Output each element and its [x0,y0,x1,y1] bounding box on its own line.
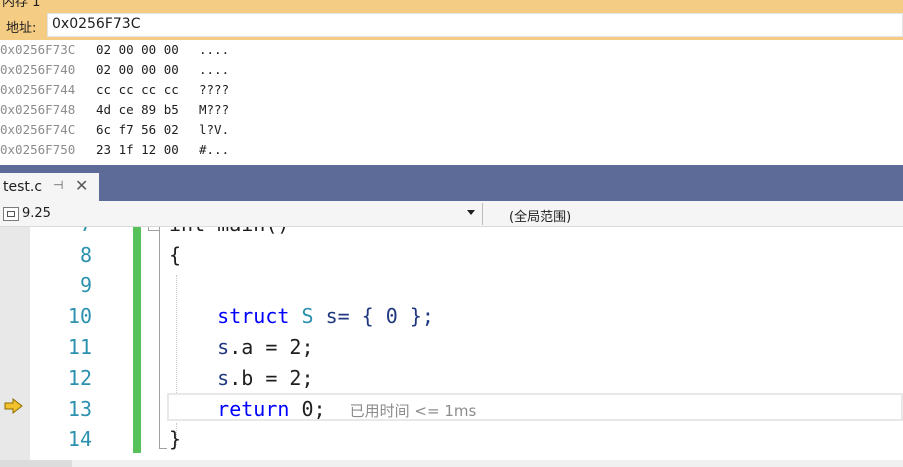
memory-row: 0x0256F74C 6c f7 56 02 l?V. [0,122,903,142]
memory-row-ascii: .... [199,62,230,77]
close-icon[interactable]: ✕ [75,176,88,195]
navbar-divider [482,203,483,225]
memory-row-bytes[interactable]: cc cc cc cc [96,82,179,97]
pin-icon[interactable]: ⊣ [53,178,63,192]
project-dropdown[interactable]: 9.25 [22,206,51,221]
chevron-down-icon[interactable] [467,210,475,215]
code-line[interactable]: return 0; 已用时间 <= 1ms [169,397,476,421]
outline-fold-line [159,231,160,449]
outline-fold-end [159,448,167,449]
memory-row-address: 0x0256F74C [0,122,76,137]
line-number: 7 [40,227,92,236]
project-icon [3,207,19,221]
code-keyword: return [217,397,290,421]
navigation-bar: 9.25 (全局范围) [0,201,903,227]
glyph-margin[interactable] [0,227,30,467]
memory-row-ascii: l?V. [199,122,230,137]
tab-label: test.c [3,179,43,195]
memory-rows: 0x0256F73C 02 00 00 00 .... 0x0256F740 0… [0,42,903,166]
tab-test-c[interactable]: test.c ⊣ ✕ [0,173,99,201]
code-editor[interactable]: 7 8 9 10 11 12 13 14 int main() { struct… [0,227,903,467]
address-input[interactable]: 0x0256F73C [47,13,903,37]
scope-dropdown[interactable]: (全局范围) [509,206,571,225]
code-text: s= { 0 }; [325,304,434,328]
memory-row-bytes[interactable]: 6c f7 56 02 [96,122,179,137]
code-text: .b = 2; [229,366,314,390]
elapsed-time-hint: 已用时间 <= 1ms [349,402,477,420]
memory-window-title-text: 内存 1 [2,0,41,10]
memory-row: 0x0256F748 4d ce 89 b5 M??? [0,102,903,122]
scrollbar-thumb[interactable] [0,460,72,467]
line-number: 13 [67,397,92,421]
memory-row-bytes[interactable]: 02 00 00 00 [96,62,179,77]
memory-row-bytes[interactable]: 02 00 00 00 [96,42,179,57]
code-keyword: struct [217,304,290,328]
memory-row-ascii: #... [199,142,230,157]
memory-row-ascii: .... [199,42,230,57]
code-line[interactable]: s.a = 2; [169,335,314,359]
change-tracking-bar [133,227,141,453]
line-number: 9 [79,273,92,297]
code-text: 0; [301,397,326,421]
code-line[interactable]: s.b = 2; [169,366,314,390]
execution-arrow-icon [4,398,23,414]
memory-row-bytes[interactable]: 4d ce 89 b5 [96,102,179,117]
code-line[interactable]: int main() [169,227,289,236]
memory-address-bar: 地址: 0x0256F73C [0,10,903,40]
horizontal-scrollbar[interactable] [0,460,903,467]
memory-row-address: 0x0256F748 [0,102,76,117]
code-type: S [301,304,314,328]
memory-row-address: 0x0256F744 [0,82,76,97]
code-line[interactable]: } [169,427,181,451]
memory-row-address: 0x0256F740 [0,62,76,77]
memory-row: 0x0256F740 02 00 00 00 .... [0,62,903,82]
line-number: 12 [67,366,92,390]
line-number: 10 [67,304,92,328]
code-identifier: s [217,366,230,390]
memory-row-address: 0x0256F750 [0,142,76,157]
code-identifier: s [217,335,230,359]
document-tab-bar: test.c ⊣ ✕ [0,165,903,201]
memory-row: 0x0256F744 cc cc cc cc ???? [0,82,903,102]
address-label: 地址: [6,21,37,36]
memory-row: 0x0256F73C 02 00 00 00 .... [0,42,903,62]
memory-row: 0x0256F750 23 1f 12 00 #... [0,142,903,162]
memory-row-address: 0x0256F73C [0,42,76,57]
line-number: 11 [67,335,92,359]
memory-row-ascii: M??? [199,102,230,117]
memory-window-title: 内存 1 [0,0,903,10]
memory-row-bytes[interactable]: 23 1f 12 00 [96,142,179,157]
line-number: 14 [67,427,92,451]
line-number: 8 [79,243,92,267]
code-text: .a = 2; [229,335,314,359]
memory-row-ascii: ???? [199,82,230,97]
code-line[interactable]: { [169,243,181,267]
code-line[interactable]: struct S s= { 0 }; [169,304,434,328]
